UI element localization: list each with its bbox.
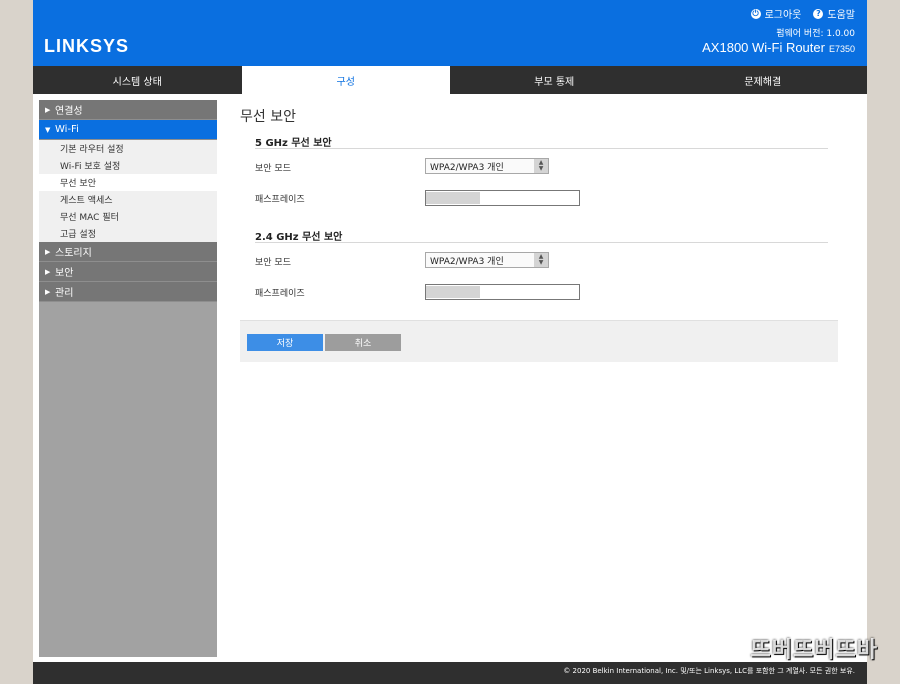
question-icon: ? (813, 8, 824, 19)
sidebar: ▶ 연결성 ▼ Wi-Fi 기본 라우터 설정 Wi-Fi 보호 설정 무선 보… (39, 100, 217, 657)
footer: © 2020 Belkin International, Inc. 및/또는 L… (33, 662, 867, 684)
sidebar-item-admin[interactable]: ▶ 관리 (39, 282, 217, 302)
sidebar-item-label: 연결성 (55, 106, 83, 117)
passphrase-redaction (426, 192, 480, 204)
tab-parental-controls[interactable]: 부모 통제 (450, 66, 659, 94)
sidebar-subitem-guest-access[interactable]: 게스트 액세스 (39, 191, 217, 208)
sidebar-item-storage[interactable]: ▶ 스토리지 (39, 242, 217, 262)
sidebar-item-label: 관리 (55, 288, 74, 299)
router-model: AX1800 Wi-Fi Router E7350 (702, 40, 855, 55)
tab-troubleshooting[interactable]: 문제해결 (659, 66, 868, 94)
sidebar-item-label: 보안 (55, 268, 74, 279)
passphrase-input-24ghz[interactable] (425, 284, 580, 300)
security-mode-select-24ghz[interactable]: WPA2/WPA3 개인 ▲ ▼ (425, 252, 549, 268)
sidebar-item-connectivity[interactable]: ▶ 연결성 (39, 100, 217, 120)
section-divider (255, 148, 828, 149)
passphrase-input-5ghz[interactable] (425, 190, 580, 206)
caret-right-icon: ▶ (45, 105, 51, 114)
firmware-version: 펌웨어 버전: 1.0.00 (776, 29, 855, 39)
security-mode-label: 보안 모드 (255, 258, 291, 268)
security-mode-select-5ghz[interactable]: WPA2/WPA3 개인 ▲ ▼ (425, 158, 549, 174)
sidebar-subitem-wireless-security[interactable]: 무선 보안 (39, 174, 217, 191)
model-number: E7350 (828, 44, 855, 54)
cancel-button[interactable]: 취소 (325, 334, 401, 351)
updown-arrow-icon: ▲ ▼ (534, 253, 548, 267)
section-divider (255, 242, 828, 243)
watermark: 뜨버뜨버뜨바 (750, 638, 878, 663)
passphrase-label: 패스프레이즈 (255, 289, 305, 299)
logout-label: 로그아웃 (764, 10, 802, 21)
page-title: 무선 보안 (240, 109, 296, 125)
app-header: LINKSYS ⏻ 로그아웃 ? 도움말 펌웨어 버전: 1.0.00 AX18… (33, 0, 867, 66)
sidebar-item-wifi[interactable]: ▼ Wi-Fi (39, 120, 217, 140)
updown-arrow-icon: ▲ ▼ (534, 159, 548, 173)
section-title-5ghz: 5 GHz 무선 보안 (255, 138, 332, 149)
passphrase-redaction (426, 286, 480, 298)
help-label: 도움말 (827, 10, 855, 21)
linksys-logo: LINKSYS (44, 36, 130, 56)
caret-down-icon: ▼ (45, 125, 51, 134)
sidebar-subitem-advanced[interactable]: 고급 설정 (39, 225, 217, 242)
passphrase-label: 패스프레이즈 (255, 195, 305, 205)
logout-link[interactable]: ⏻ 로그아웃 (750, 6, 802, 21)
model-name: AX1800 Wi-Fi Router (702, 40, 825, 55)
select-value: WPA2/WPA3 개인 (430, 256, 504, 267)
sidebar-subitem-mac-filter[interactable]: 무선 MAC 필터 (39, 208, 217, 225)
sidebar-item-label: Wi-Fi (55, 124, 79, 135)
caret-right-icon: ▶ (45, 247, 51, 256)
tab-configuration[interactable]: 구성 (241, 66, 450, 94)
sidebar-item-security[interactable]: ▶ 보안 (39, 262, 217, 282)
action-bar: 저장 취소 (240, 320, 838, 362)
sidebar-item-label: 스토리지 (55, 248, 92, 259)
tab-system-status[interactable]: 시스템 상태 (33, 66, 242, 94)
power-icon: ⏻ (750, 8, 761, 19)
sidebar-subitem-wps[interactable]: Wi-Fi 보호 설정 (39, 157, 217, 174)
caret-right-icon: ▶ (45, 287, 51, 296)
header-links: ⏻ 로그아웃 ? 도움말 (750, 6, 855, 21)
main-nav: 시스템 상태 구성 부모 통제 문제해결 (33, 66, 867, 94)
sidebar-subitem-basic-router[interactable]: 기본 라우터 설정 (39, 140, 217, 157)
copyright-text: © 2020 Belkin International, Inc. 및/또는 L… (563, 667, 855, 675)
help-link[interactable]: ? 도움말 (813, 6, 855, 21)
caret-right-icon: ▶ (45, 267, 51, 276)
section-title-24ghz: 2.4 GHz 무선 보안 (255, 232, 343, 243)
select-value: WPA2/WPA3 개인 (430, 162, 504, 173)
save-button[interactable]: 저장 (247, 334, 323, 351)
security-mode-label: 보안 모드 (255, 164, 291, 174)
router-admin-window: LINKSYS ⏻ 로그아웃 ? 도움말 펌웨어 버전: 1.0.00 AX18… (33, 0, 867, 684)
